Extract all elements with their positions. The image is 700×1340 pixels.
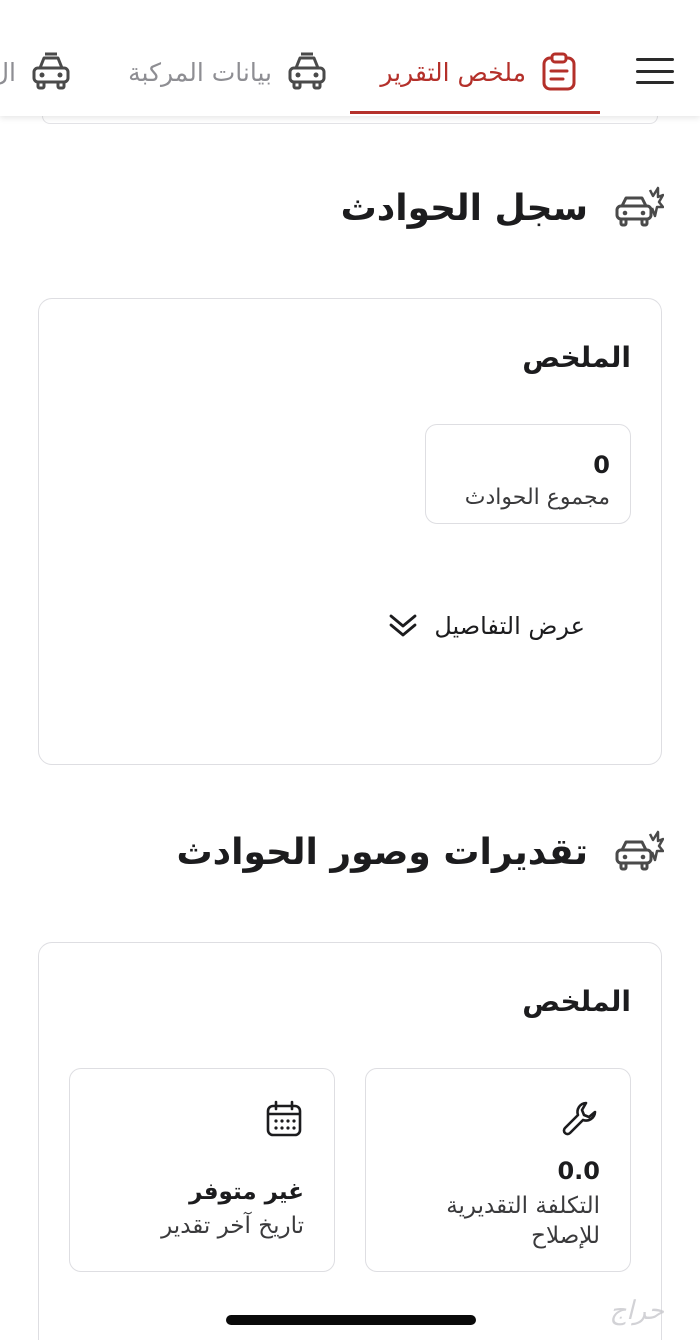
calendar-icon [264,1099,304,1139]
stat-value: 0.0 [557,1157,600,1185]
car-icon [30,52,72,92]
card-title: الملخص [522,985,631,1018]
tab-partial[interactable]: ال [0,44,72,100]
stat-label: مجموع الحوادث [464,485,610,510]
details-label: عرض التفاصيل [434,612,585,640]
stat-value: 0 [593,451,610,479]
stat-label: التكلفة التقديرية للإصلاح [446,1193,600,1249]
wrench-icon [560,1099,600,1139]
section-title: تقديرات وصور الحوادث [176,831,588,873]
accident-summary-card: الملخص 0 مجموع الحوادث عرض التفاصيل [38,298,662,765]
tab-label: ال [0,57,16,87]
card-title: الملخص [522,341,631,374]
car-icon [286,52,328,92]
home-indicator[interactable] [226,1315,476,1325]
tab-label: ملخص التقرير [380,57,526,87]
report-clipboard-icon [540,52,578,92]
stat-label: تاريخ آخر تقدير [161,1213,304,1239]
stat-value: غير متوفر [189,1179,304,1205]
page: ملخص التقرير بيانات المركبة ا سجل الحواد… [0,0,700,1340]
tab-label: بيانات المركبة [128,57,272,87]
show-details-button[interactable]: عرض التفاصيل [388,611,585,641]
last-estimate-date-stat: غير متوفر تاريخ آخر تقدير [69,1068,335,1272]
section-header-estimates: تقديرات وصور الحوادث [176,830,664,874]
car-crash-icon [614,186,664,230]
watermark-logo: حراج [609,1296,664,1326]
hamburger-menu-icon[interactable] [636,58,674,84]
active-tab-indicator [350,111,600,114]
repair-cost-stat: 0.0 التكلفة التقديرية للإصلاح [365,1068,631,1272]
double-chevron-down-icon [388,611,418,641]
section-header-accident-history: سجل الحوادث [341,186,664,230]
total-accidents-stat: 0 مجموع الحوادث [425,424,631,524]
car-crash-icon [614,830,664,874]
card-edge [42,116,658,124]
tab-report-summary[interactable]: ملخص التقرير [380,44,578,100]
section-title: سجل الحوادث [340,187,588,229]
estimates-summary-card: الملخص 0.0 التكلفة التقديرية للإصلاح غير… [38,942,662,1340]
top-tab-bar: ملخص التقرير بيانات المركبة ا [0,0,700,116]
tab-vehicle-data[interactable]: بيانات المركبة [128,44,328,100]
